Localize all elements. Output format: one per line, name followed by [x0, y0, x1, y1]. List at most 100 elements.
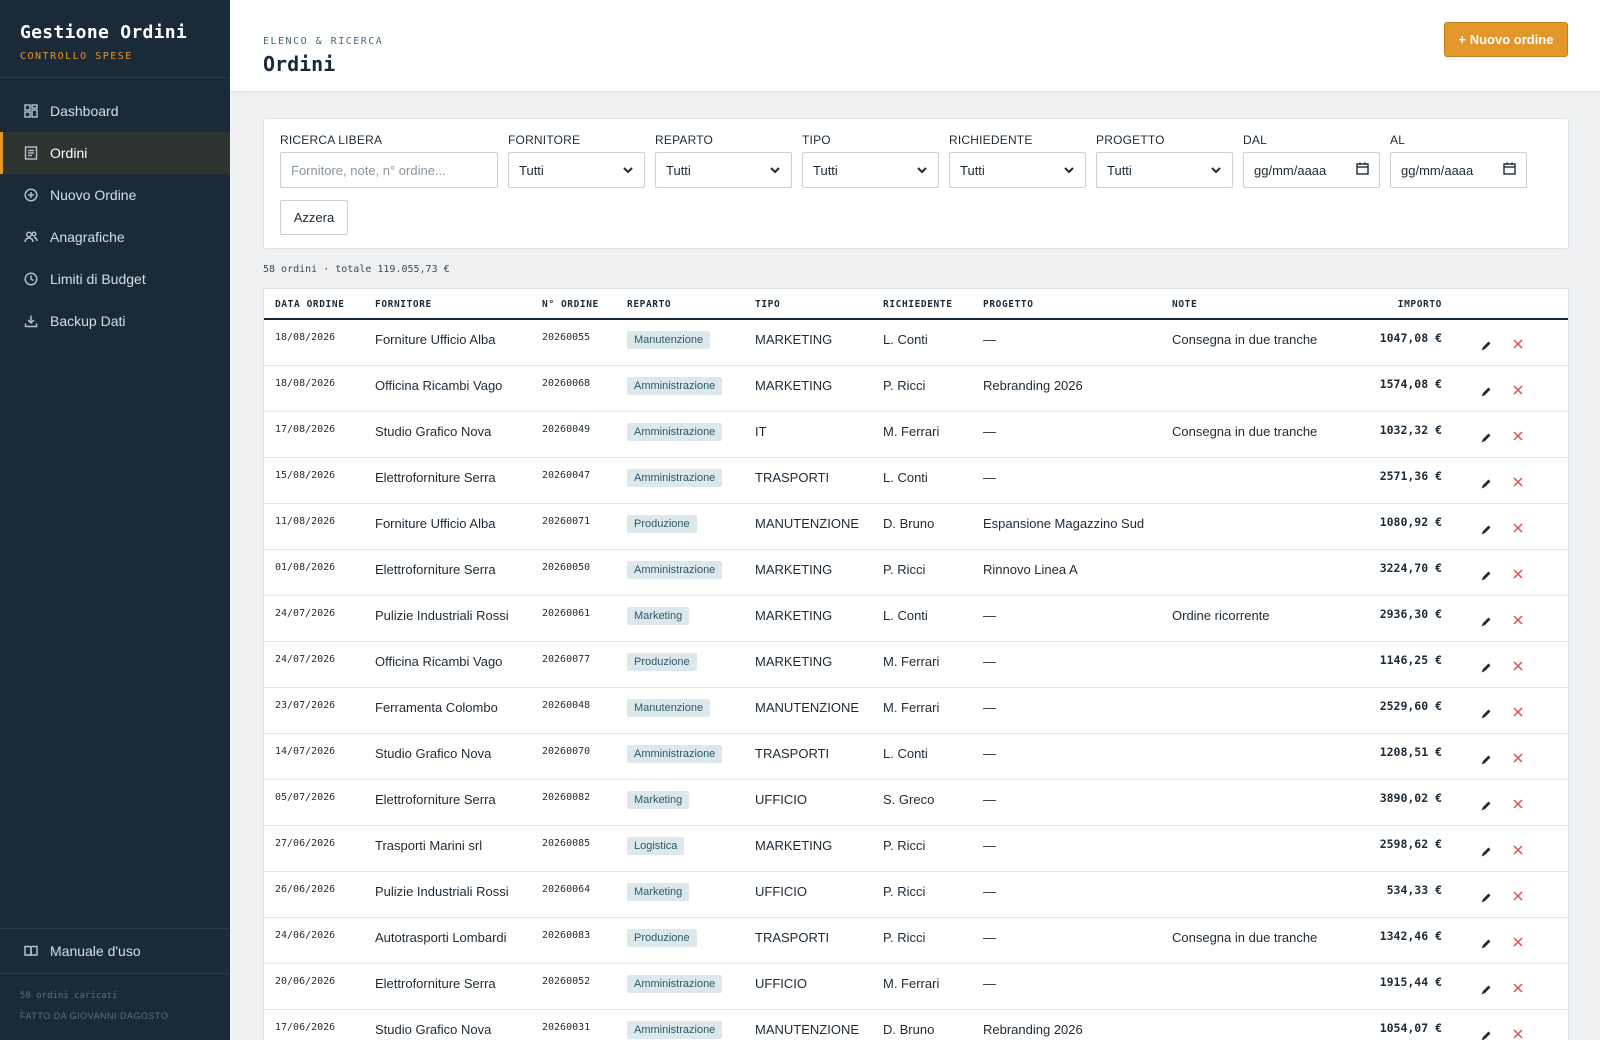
table-row[interactable]: 01/08/2026 Elettroforniture Serra 20260050…	[264, 550, 1568, 596]
edit-icon[interactable]	[1480, 431, 1494, 445]
sidebar-item-anagrafiche[interactable]: Anagrafiche	[0, 216, 230, 258]
delete-icon[interactable]	[1512, 521, 1526, 535]
delete-icon[interactable]	[1512, 751, 1526, 765]
delete-icon[interactable]	[1512, 429, 1526, 443]
column-header-numero[interactable]: N° ORDINE	[542, 299, 599, 310]
edit-icon[interactable]	[1480, 569, 1494, 583]
reparto-badge: Manutenzione	[627, 331, 711, 349]
column-header-reparto[interactable]: REPARTO	[627, 299, 671, 310]
order-richiedente: M. Ferrari	[883, 976, 940, 991]
edit-icon[interactable]	[1480, 937, 1494, 951]
column-header-fornitore[interactable]: FORNITORE	[375, 299, 432, 310]
delete-icon[interactable]	[1512, 843, 1526, 857]
edit-icon[interactable]	[1480, 477, 1494, 491]
sidebar-item-backup-dati[interactable]: Backup Dati	[0, 300, 230, 342]
order-richiedente: M. Ferrari	[883, 654, 940, 669]
table-row[interactable]: 23/07/2026 Ferramenta Colombo 20260048 Manu…	[264, 688, 1568, 734]
order-richiedente: D. Bruno	[883, 516, 935, 531]
edit-icon[interactable]	[1480, 523, 1494, 537]
edit-icon[interactable]	[1480, 339, 1494, 353]
edit-icon[interactable]	[1480, 753, 1494, 767]
edit-icon[interactable]	[1480, 385, 1494, 399]
edit-icon[interactable]	[1480, 615, 1494, 629]
table-row[interactable]: 18/08/2026 Officina Ricambi Vago 20260068 A…	[264, 366, 1568, 412]
delete-icon[interactable]	[1512, 613, 1526, 627]
sidebar-item-ordini[interactable]: Ordini	[0, 132, 230, 174]
table-row[interactable]: 05/07/2026 Elettroforniture Serra 20260082…	[264, 780, 1568, 826]
delete-icon[interactable]	[1512, 981, 1526, 995]
delete-icon[interactable]	[1512, 475, 1526, 489]
delete-icon[interactable]	[1512, 659, 1526, 673]
order-richiedente: P. Ricci	[883, 930, 926, 945]
page-title: Ordini	[263, 52, 336, 76]
progetto-select[interactable]: Tutti	[1096, 152, 1233, 188]
tipo-select[interactable]: Tutti	[802, 152, 939, 188]
order-tipo: MANUTENZIONE	[755, 1022, 859, 1037]
order-tipo: TRASPORTI	[755, 470, 830, 485]
edit-icon[interactable]	[1480, 845, 1494, 859]
table-row[interactable]: 14/07/2026 Studio Grafico Nova 20260070 Amm…	[264, 734, 1568, 780]
table-row[interactable]: 26/06/2026 Pulizie Industriali Rossi 20260…	[264, 872, 1568, 918]
table-row[interactable]: 17/08/2026 Studio Grafico Nova 20260049 Amm…	[264, 412, 1568, 458]
column-header-progetto[interactable]: PROGETTO	[983, 299, 1034, 310]
order-progetto: —	[983, 700, 996, 715]
richiedente-field: RICHIEDENTE Tutti	[949, 133, 1086, 188]
table-row[interactable]: 24/07/2026 Pulizie Industriali Rossi 20260…	[264, 596, 1568, 642]
table-row[interactable]: 18/08/2026 Forniture Ufficio Alba 20260055…	[264, 320, 1568, 366]
delete-icon[interactable]	[1512, 337, 1526, 351]
richiedente-label: RICHIEDENTE	[949, 133, 1033, 147]
order-tipo: UFFICIO	[755, 792, 807, 807]
order-tipo: TRASPORTI	[755, 746, 830, 761]
new-order-button[interactable]: + Nuovo ordine	[1444, 22, 1568, 57]
delete-icon[interactable]	[1512, 567, 1526, 581]
order-richiedente: L. Conti	[883, 746, 928, 761]
order-richiedente: L. Conti	[883, 470, 928, 485]
column-header-tipo[interactable]: TIPO	[755, 299, 780, 310]
delete-icon[interactable]	[1512, 383, 1526, 397]
delete-icon[interactable]	[1512, 797, 1526, 811]
search-input[interactable]: Fornitore, note, n° ordine...	[280, 152, 498, 188]
calendar-icon[interactable]	[1503, 162, 1516, 178]
calendar-icon[interactable]	[1356, 162, 1369, 178]
al-date-input[interactable]: gg/mm/aaaa	[1390, 152, 1527, 188]
order-progetto: Rebranding 2026	[983, 1022, 1083, 1037]
order-number: 20260061	[542, 608, 591, 619]
table-row[interactable]: 17/06/2026 Studio Grafico Nova 20260031 Amm…	[264, 1010, 1568, 1040]
delete-icon[interactable]	[1512, 889, 1526, 903]
sidebar-item-dashboard[interactable]: Dashboard	[0, 90, 230, 132]
reset-button[interactable]: Azzera	[280, 200, 348, 235]
fornitore-select[interactable]: Tutti	[508, 152, 645, 188]
table-row[interactable]: 24/07/2026 Officina Ricambi Vago 20260077 P…	[264, 642, 1568, 688]
sidebar-item-limiti-budget[interactable]: Limiti di Budget	[0, 258, 230, 300]
delete-icon[interactable]	[1512, 1027, 1526, 1040]
order-fornitore: Autotrasporti Lombardi	[375, 930, 507, 945]
edit-icon[interactable]	[1480, 707, 1494, 721]
column-header-importo[interactable]: IMPORTO	[1322, 299, 1442, 310]
delete-icon[interactable]	[1512, 935, 1526, 949]
delete-icon[interactable]	[1512, 705, 1526, 719]
column-header-date[interactable]: DATA ORDINE	[275, 299, 345, 310]
order-tipo: MARKETING	[755, 378, 833, 393]
reparto-select[interactable]: Tutti	[655, 152, 792, 188]
sidebar-item-nuovo-ordine[interactable]: Nuovo Ordine	[0, 174, 230, 216]
edit-icon[interactable]	[1480, 661, 1494, 675]
al-field: AL gg/mm/aaaa	[1390, 133, 1527, 188]
edit-icon[interactable]	[1480, 891, 1494, 905]
orders-table: DATA ORDINE FORNITORE N° ORDINE REPARTO …	[263, 288, 1569, 1040]
column-header-richiedente[interactable]: RICHIEDENTE	[883, 299, 953, 310]
table-row[interactable]: 11/08/2026 Forniture Ufficio Alba 20260071…	[264, 504, 1568, 550]
dal-date-input[interactable]: gg/mm/aaaa	[1243, 152, 1380, 188]
manual-link[interactable]: Manuale d'uso	[0, 928, 230, 974]
order-importo: 3890,02 €	[1379, 791, 1442, 805]
edit-icon[interactable]	[1480, 1029, 1494, 1040]
dal-value: gg/mm/aaaa	[1254, 162, 1327, 178]
edit-icon[interactable]	[1480, 799, 1494, 813]
richiedente-select[interactable]: Tutti	[949, 152, 1086, 188]
column-header-note[interactable]: NOTE	[1172, 299, 1197, 310]
edit-icon[interactable]	[1480, 983, 1494, 997]
table-row[interactable]: 27/06/2026 Trasporti Marini srl 20260085 Lo…	[264, 826, 1568, 872]
table-row[interactable]: 24/06/2026 Autotrasporti Lombardi 20260083…	[264, 918, 1568, 964]
order-fornitore: Officina Ricambi Vago	[375, 654, 503, 669]
table-row[interactable]: 15/08/2026 Elettroforniture Serra 20260047…	[264, 458, 1568, 504]
table-row[interactable]: 20/06/2026 Elettroforniture Serra 20260052…	[264, 964, 1568, 1010]
